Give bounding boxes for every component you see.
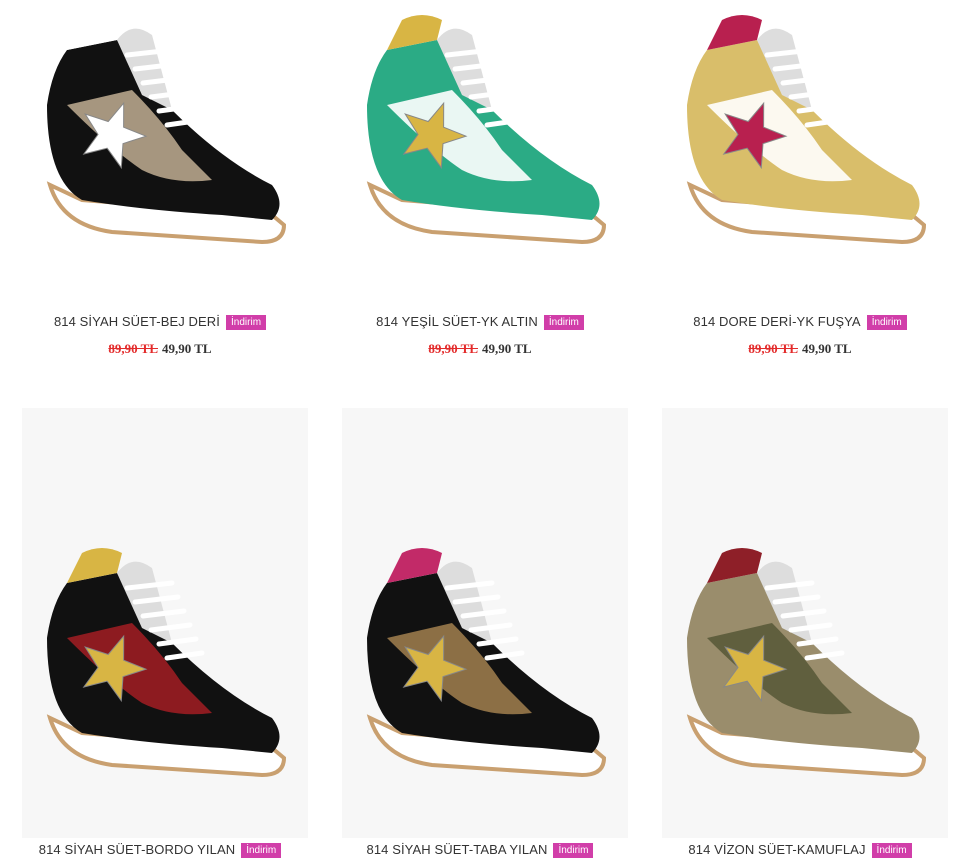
sneaker-illustration bbox=[366, 548, 607, 778]
product-name[interactable]: 814 SİYAH SÜET-TABA YILAN bbox=[367, 842, 548, 857]
discount-badge: İndirim bbox=[866, 315, 907, 330]
discount-badge: İndirim bbox=[241, 843, 282, 858]
product-title-row: 814 DORE DERİ-YK FUŞYA İndirim bbox=[640, 314, 960, 330]
price-row: 89,90 TL 49,90 TL bbox=[640, 341, 960, 357]
product-card[interactable]: 814 SİYAH SÜET-BORDO YILAN İndirim bbox=[0, 400, 320, 862]
product-title-row: 814 SİYAH SÜET-BORDO YILAN İndirim bbox=[0, 842, 320, 858]
product-card[interactable]: 814 VİZON SÜET-KAMUFLAJ İndirim bbox=[640, 400, 960, 862]
sneaker-illustration bbox=[686, 15, 927, 245]
old-price: 89,90 TL bbox=[428, 341, 478, 356]
sneaker-illustration bbox=[46, 548, 287, 778]
discount-badge: İndirim bbox=[871, 843, 912, 858]
product-name[interactable]: 814 DORE DERİ-YK FUŞYA bbox=[693, 314, 860, 329]
product-name[interactable]: 814 VİZON SÜET-KAMUFLAJ bbox=[688, 842, 865, 857]
product-image[interactable] bbox=[342, 10, 628, 280]
product-card[interactable]: 814 YEŞİL SÜET-YK ALTIN İndirim 89,90 TL 4… bbox=[320, 0, 640, 380]
new-price: 49,90 TL bbox=[802, 341, 852, 356]
discount-badge: İndirim bbox=[553, 843, 594, 858]
product-name[interactable]: 814 SİYAH SÜET-BEJ DERİ bbox=[54, 314, 220, 329]
discount-badge: İndirim bbox=[543, 315, 584, 330]
product-grid: 814 SİYAH SÜET-BEJ DERİ İndirim 89,90 TL 4… bbox=[0, 0, 960, 862]
price-row: 89,90 TL 49,90 TL bbox=[0, 341, 320, 357]
new-price: 49,90 TL bbox=[162, 341, 212, 356]
product-image[interactable] bbox=[22, 10, 308, 280]
new-price: 49,90 TL bbox=[482, 341, 532, 356]
sneaker-illustration bbox=[366, 15, 607, 245]
product-title-row: 814 YEŞİL SÜET-YK ALTIN İndirim bbox=[320, 314, 640, 330]
old-price: 89,90 TL bbox=[108, 341, 158, 356]
product-title-row: 814 VİZON SÜET-KAMUFLAJ İndirim bbox=[640, 842, 960, 858]
product-card[interactable]: 814 SİYAH SÜET-BEJ DERİ İndirim 89,90 TL 4… bbox=[0, 0, 320, 380]
price-row: 89,90 TL 49,90 TL bbox=[320, 341, 640, 357]
product-title-row: 814 SİYAH SÜET-BEJ DERİ İndirim bbox=[0, 314, 320, 330]
sneaker-illustration bbox=[686, 548, 927, 778]
product-name[interactable]: 814 YEŞİL SÜET-YK ALTIN bbox=[376, 314, 538, 329]
product-name[interactable]: 814 SİYAH SÜET-BORDO YILAN bbox=[39, 842, 235, 857]
product-image[interactable] bbox=[662, 408, 948, 838]
old-price: 89,90 TL bbox=[748, 341, 798, 356]
product-image[interactable] bbox=[662, 10, 948, 280]
product-card[interactable]: 814 SİYAH SÜET-TABA YILAN İndirim bbox=[320, 400, 640, 862]
sneaker-illustration bbox=[46, 15, 287, 245]
product-image[interactable] bbox=[342, 408, 628, 838]
product-card[interactable]: 814 DORE DERİ-YK FUŞYA İndirim 89,90 TL 49… bbox=[640, 0, 960, 380]
product-image[interactable] bbox=[22, 408, 308, 838]
product-title-row: 814 SİYAH SÜET-TABA YILAN İndirim bbox=[320, 842, 640, 858]
discount-badge: İndirim bbox=[226, 315, 267, 330]
